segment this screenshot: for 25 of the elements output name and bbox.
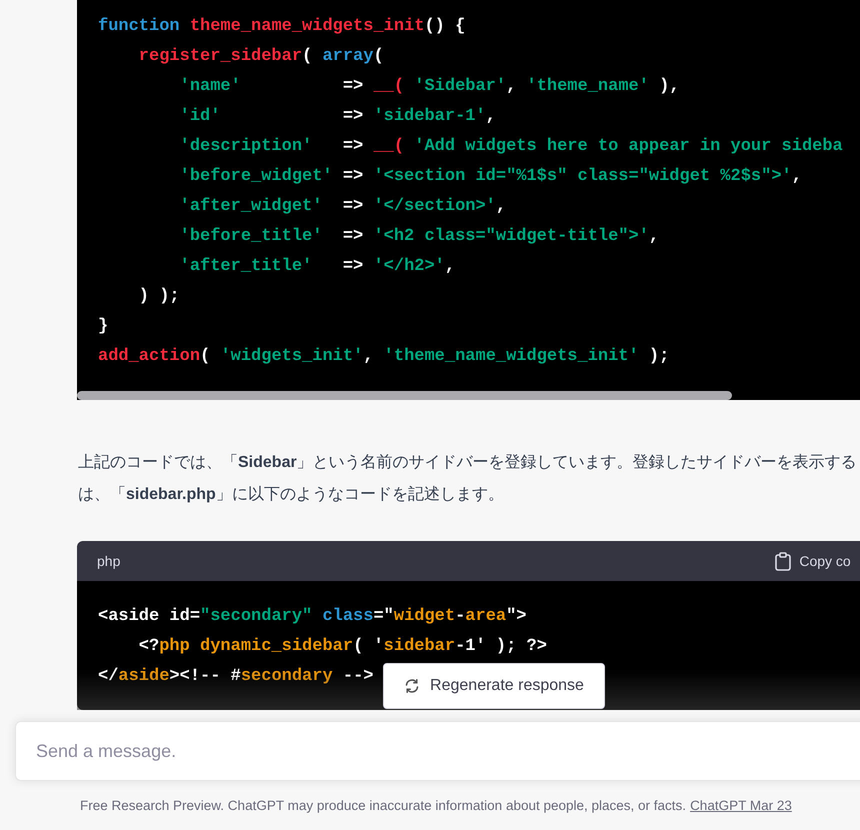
code-line: function theme_name_widgets_init() { [98,16,466,38]
clipboard-icon [775,552,792,570]
code-line: add_action( 'widgets_init', 'theme_name_widgets_init' ); [98,346,670,368]
paragraph: 上記のコードでは、「Sidebar」という名前のサイドバーを登録しています。登録したサイドバーを表示する は、「sidebar.php」に以下のようなコードを記述します。 [78,452,858,505]
language-label: php [97,553,120,569]
code-line: ) ); [138,286,180,308]
code-line: } [98,316,108,338]
message-input[interactable]: Send a message. [15,721,860,781]
disclaimer-text: Free Research Preview. ChatGPT may produce inaccurate information about people, places, or facts. [80,798,686,813]
refresh-icon [404,678,420,694]
regenerate-response-button[interactable]: Regenerate response [383,663,605,709]
code-line: 'before_title' => '<h2 class="widget-title">', [178,226,660,248]
code-line: 'name' => __( 'Sidebar', 'theme_name' ), [178,76,680,98]
code-line: 'before_widget' => '<section id="%1$s" class="widget %2$s">', [178,166,802,188]
scrollbar[interactable] [77,391,732,400]
code-line: 'after_widget' => '</section>', [178,196,506,218]
copy-code-button[interactable]: Copy co [775,552,851,570]
code-line: 'description' => __( 'Add widgets here to appear in your sideba [178,136,843,158]
code-line: <?php dynamic_sidebar( 'sidebar-1' ); ?> [138,636,547,658]
code-line: </aside><!-- #secondary --> [98,666,374,688]
code-line: register_sidebar( array( [138,46,384,68]
version-link[interactable]: ChatGPT Mar 23 [690,798,792,813]
code-line: <aside id="secondary" class="widget-area"> [98,606,527,628]
code-line: 'id' => 'sidebar-1', [178,106,496,128]
code-line: 'after_title' => '</h2>', [178,256,456,278]
